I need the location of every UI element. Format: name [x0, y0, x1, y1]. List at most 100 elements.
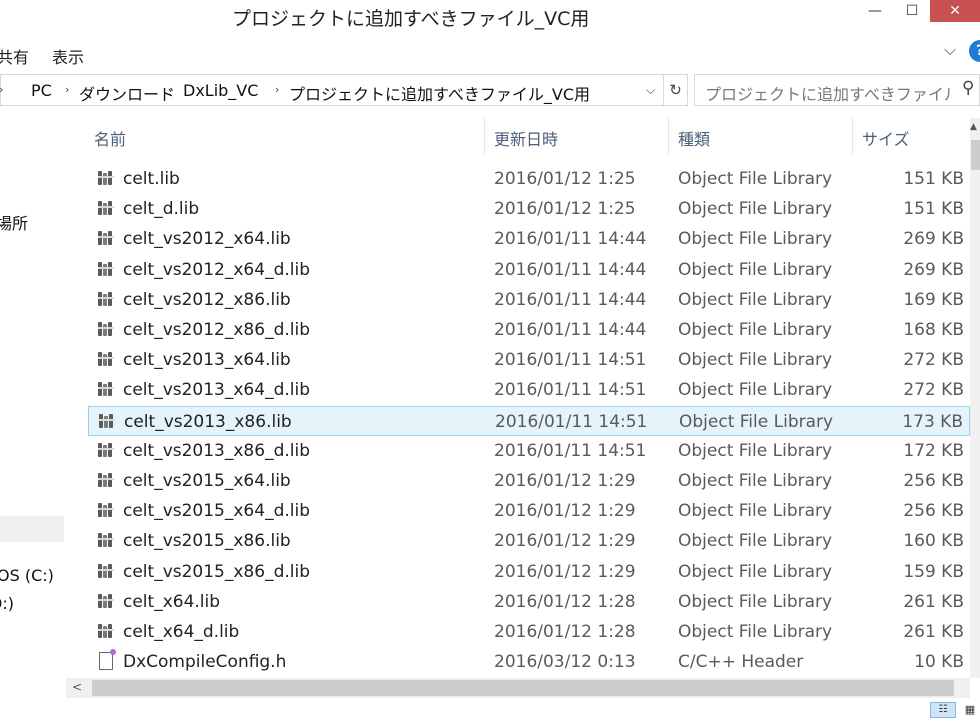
table-row[interactable]: celt_vs2012_x64.lib 2016/01/11 14:44 Objec…	[88, 224, 970, 254]
table-row[interactable]: celt_vs2012_x64_d.lib 2016/01/11 14:44 Obj…	[88, 255, 970, 285]
vertical-scroll-thumb[interactable]	[971, 140, 980, 170]
table-row[interactable]: celt_vs2015_x86_d.lib 2016/01/12 1:29 Obje…	[88, 557, 970, 587]
column-header-type[interactable]: 種類	[678, 126, 710, 150]
library-file-icon	[98, 291, 114, 306]
column-header-date[interactable]: 更新日時	[494, 126, 558, 150]
library-file-icon	[98, 352, 114, 367]
file-size: 261 KB	[903, 591, 964, 612]
search-icon[interactable]: ⚲	[962, 78, 974, 98]
table-row[interactable]: celt_x64_d.lib 2016/01/12 1:28 Object File…	[88, 617, 970, 647]
file-name: celt_vs2015_x86_d.lib	[123, 561, 310, 582]
file-type: Object File Library	[678, 591, 833, 612]
file-modified-date: 2016/01/11 14:51	[495, 411, 648, 432]
table-row[interactable]: celt_vs2013_x86_d.lib 2016/01/11 14:51 Obj…	[88, 436, 970, 466]
breadcrumb-current-folder[interactable]: プロジェクトに追加すべきファイル_VC用	[289, 81, 590, 105]
library-file-icon	[98, 624, 114, 638]
table-row[interactable]: celt_d.lib 2016/01/12 1:25 Object File Lib…	[88, 194, 970, 224]
file-name: celt_vs2012_x64.lib	[123, 229, 291, 250]
file-name: DxCompileConfig.h	[123, 652, 287, 673]
table-row[interactable]: celt_vs2012_x86.lib 2016/01/11 14:44 Objec…	[88, 285, 970, 315]
file-type: C/C++ Header	[678, 652, 804, 673]
file-type: Object File Library	[678, 380, 833, 401]
breadcrumb-downloads[interactable]: ダウンロード	[79, 81, 175, 105]
file-size: 159 KB	[903, 561, 964, 582]
tab-share[interactable]: 共有	[0, 44, 29, 68]
minimize-button[interactable]: —	[852, 0, 898, 28]
tab-view[interactable]: 表示	[52, 44, 84, 68]
file-modified-date: 2016/01/11 14:51	[494, 440, 647, 461]
table-row[interactable]: celt_vs2012_x86_d.lib 2016/01/11 14:44 Obj…	[88, 315, 970, 345]
breadcrumb-separator-icon[interactable]: ›	[275, 83, 279, 96]
library-file-icon	[98, 171, 114, 185]
scroll-up-icon[interactable]: ▲	[970, 122, 977, 132]
table-row[interactable]: DxCompileConfig.h 2016/03/12 0:13 C/C++ He…	[88, 647, 970, 677]
library-file-icon	[98, 442, 114, 457]
file-name: celt_vs2015_x64_d.lib	[123, 501, 310, 522]
file-name: celt_vs2012_x86.lib	[123, 289, 291, 310]
table-row[interactable]: celt_vs2013_x86.lib 2016/01/11 14:51 Objec…	[88, 405, 970, 436]
search-input[interactable]: プロジェクトに追加すべきファイル_...	[694, 74, 980, 106]
file-size: 10 KB	[914, 652, 964, 673]
column-divider[interactable]	[484, 118, 485, 154]
details-view-icon[interactable]: ☷	[930, 702, 956, 718]
column-divider[interactable]	[668, 118, 669, 154]
search-placeholder: プロジェクトに追加すべきファイル_...	[705, 85, 950, 104]
table-row[interactable]: celt_vs2013_x64_d.lib 2016/01/11 14:51 Obj…	[88, 375, 970, 405]
breadcrumb-separator-icon[interactable]: ›	[65, 83, 69, 96]
column-divider[interactable]	[852, 118, 853, 154]
breadcrumb-pc[interactable]: PC	[31, 81, 52, 100]
table-row[interactable]: celt_x64.lib 2016/01/12 1:28 Object File L…	[88, 587, 970, 617]
address-dropdown-icon[interactable]: ⌵	[646, 83, 655, 98]
file-type: Object File Library	[678, 501, 833, 522]
horizontal-scroll-thumb[interactable]	[92, 680, 954, 696]
column-header-size[interactable]: サイズ	[862, 126, 910, 150]
table-row[interactable]: celt.lib 2016/01/12 1:25 Object File Libra…	[88, 164, 970, 194]
ribbon-tabs: 共有 表示	[0, 38, 980, 70]
library-file-icon	[98, 503, 114, 518]
file-type: Object File Library	[678, 440, 833, 461]
library-file-icon	[99, 413, 115, 428]
file-type: Object File Library	[678, 320, 833, 340]
file-size: 256 KB	[903, 471, 964, 491]
file-name: celt_vs2013_x86_d.lib	[123, 440, 310, 461]
nav-item-os-drive[interactable]: OS (C:)	[0, 566, 54, 585]
file-modified-date: 2016/01/12 1:25	[494, 169, 636, 189]
maximize-button[interactable]: ☐	[898, 0, 926, 28]
table-row[interactable]: celt_vs2015_x64.lib 2016/01/12 1:29 Object…	[88, 466, 970, 496]
nav-item-places[interactable]: 場所	[0, 210, 28, 234]
file-size: 261 KB	[903, 622, 964, 642]
file-size: 269 KB	[903, 259, 964, 280]
table-row[interactable]: celt_vs2013_x64.lib 2016/01/11 14:51 Objec…	[88, 345, 970, 375]
large-icons-view-icon[interactable]: ▦	[960, 702, 980, 718]
refresh-button[interactable]: ↻	[664, 74, 688, 106]
ribbon-expand-icon[interactable]: ⌵	[944, 40, 956, 60]
nav-item-d-drive[interactable]: D:)	[0, 594, 14, 613]
file-modified-date: 2016/01/12 1:29	[494, 561, 636, 582]
file-modified-date: 2016/01/11 14:51	[494, 380, 647, 401]
table-row[interactable]: celt_vs2015_x86.lib 2016/01/12 1:29 Object…	[88, 526, 970, 556]
column-header-name[interactable]: 名前	[94, 126, 126, 150]
nav-selected-item[interactable]	[0, 516, 64, 542]
file-size: 272 KB	[903, 350, 964, 371]
file-name: celt.lib	[123, 169, 180, 189]
library-file-icon	[98, 322, 114, 336]
file-modified-date: 2016/01/11 14:44	[494, 289, 647, 310]
navigation-pane: 場所 OS (C:) D:)	[0, 118, 66, 700]
address-bar[interactable]: › PC › ダウンロード › DxLib_VC › プロジェクトに追加すべきフ…	[0, 74, 664, 106]
file-modified-date: 2016/01/12 1:29	[494, 501, 636, 522]
close-button[interactable]: ✕	[930, 0, 980, 22]
table-row[interactable]: celt_vs2015_x64_d.lib 2016/01/12 1:29 Obje…	[88, 496, 970, 526]
library-file-icon	[98, 231, 114, 246]
breadcrumb-separator-icon[interactable]: ›	[169, 83, 173, 96]
status-bar	[0, 698, 980, 718]
library-file-icon	[98, 382, 114, 397]
vertical-scrollbar[interactable]	[970, 118, 980, 678]
file-type: Object File Library	[678, 199, 833, 220]
file-size: 151 KB	[903, 169, 964, 189]
file-name: celt_vs2012_x64_d.lib	[123, 259, 310, 280]
file-modified-date: 2016/01/11 14:44	[494, 259, 647, 280]
library-file-icon	[98, 473, 114, 487]
library-file-icon	[98, 563, 114, 578]
scroll-left-icon[interactable]: <	[72, 680, 82, 694]
breadcrumb-dxlib-vc[interactable]: DxLib_VC	[183, 81, 258, 100]
